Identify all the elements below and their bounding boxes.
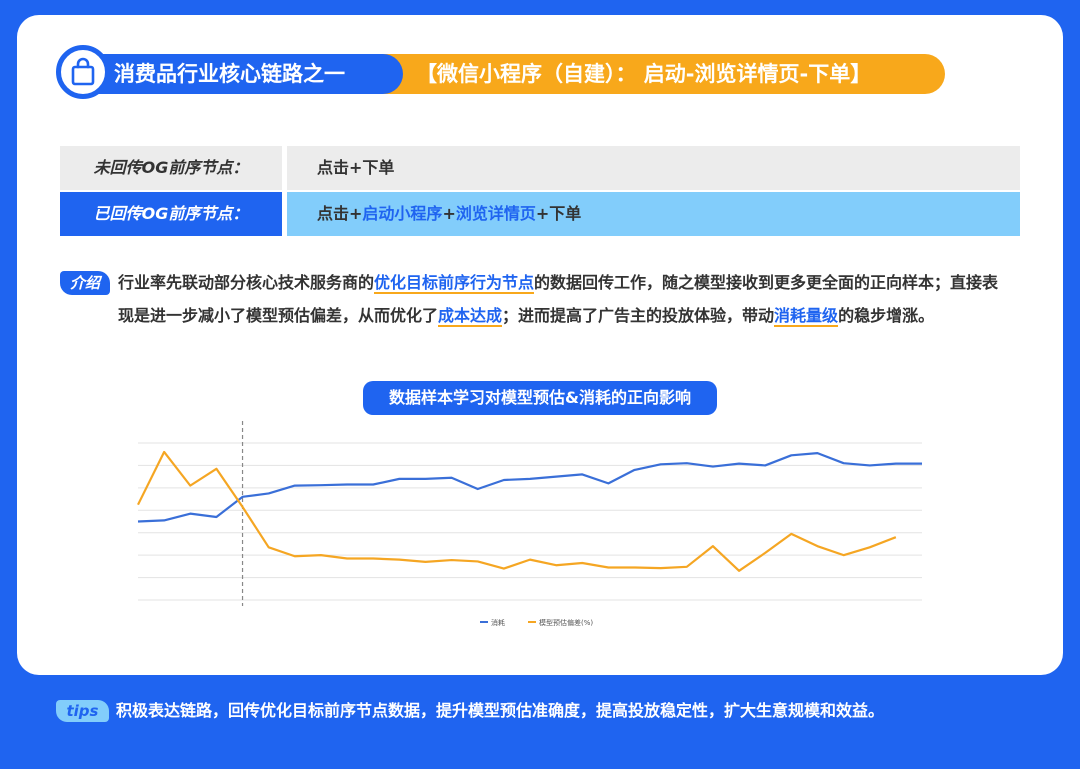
- tips-text: 积极表达链路，回传优化目标前序节点数据，提升模型预估准确度，提高投放稳定性，扩大…: [116, 701, 885, 720]
- legend-label: 模型预估偏差(%): [539, 618, 593, 627]
- series-line-prediction-bias: [137, 450, 897, 572]
- line-chart: 消耗 模型预估偏差(%): [137, 421, 922, 627]
- series-line-consumption: [137, 451, 922, 523]
- tips-badge: tips: [56, 700, 109, 722]
- legend-label: 消耗: [491, 618, 505, 627]
